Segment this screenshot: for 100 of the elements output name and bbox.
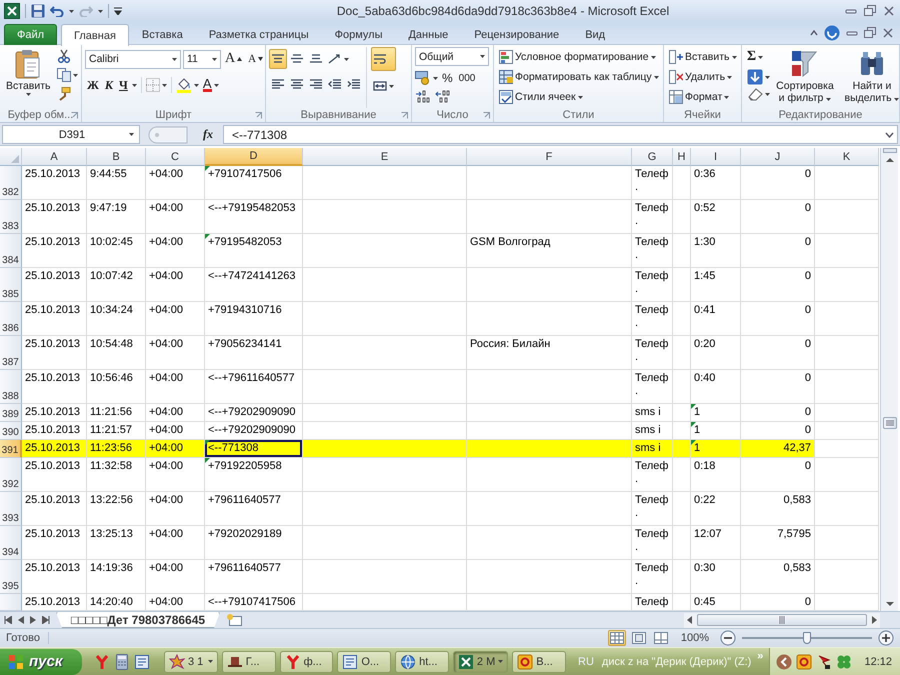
spreadsheet-app-icon[interactable] <box>4 3 20 19</box>
row-header[interactable]: 384 <box>0 234 22 268</box>
slider-thumb[interactable] <box>803 632 811 644</box>
row-header[interactable]: 393 <box>0 492 22 526</box>
column-header[interactable]: J <box>741 148 815 166</box>
row-header[interactable]: 391 <box>0 440 22 458</box>
ribbon-tab[interactable]: Разметка страницы <box>196 24 322 45</box>
grow-font-button[interactable]: A <box>223 49 244 69</box>
collapse-ribbon-icon[interactable] <box>810 30 818 36</box>
zoom-level-button[interactable]: 100% <box>674 630 716 646</box>
taskbar-button[interactable]: Г... <box>222 650 276 672</box>
column-header[interactable]: G <box>632 148 673 166</box>
caret-icon[interactable] <box>69 10 74 12</box>
flag-icon[interactable] <box>816 654 832 670</box>
vertical-scrollbar[interactable] <box>880 148 898 611</box>
restore-icon[interactable] <box>863 5 877 17</box>
taskbar-button[interactable]: 2 М <box>452 650 508 672</box>
delete-cells-button[interactable]: Удалить <box>667 67 739 87</box>
column-header[interactable]: F <box>467 148 632 166</box>
thousands-button[interactable]: 000 <box>456 68 478 88</box>
font-size-field[interactable]: 11 <box>183 50 221 68</box>
column-header[interactable]: I <box>691 148 741 166</box>
page-layout-button[interactable] <box>630 630 648 646</box>
taskbar-button[interactable]: 3 1 <box>164 650 218 672</box>
close-icon[interactable] <box>882 5 896 17</box>
eraser-icon[interactable] <box>747 87 763 101</box>
scroll-right-icon[interactable] <box>870 615 878 625</box>
wrap-text-button[interactable] <box>371 47 396 71</box>
taskbar-button[interactable]: ф... <box>280 650 334 672</box>
conditional-formatting-button[interactable]: Условное форматирование <box>497 47 661 67</box>
caret-icon[interactable] <box>132 84 137 86</box>
taskbar-button[interactable]: ht... <box>395 650 449 672</box>
decrease-decimal-icon[interactable] <box>435 90 451 104</box>
calculator-icon[interactable] <box>116 654 128 670</box>
paste-button[interactable]: Вставить <box>3 47 54 108</box>
column-header[interactable]: C <box>146 148 205 166</box>
ribbon-tab[interactable]: Вид <box>572 24 618 45</box>
caret-icon[interactable] <box>433 76 438 80</box>
increase-decimal-icon[interactable] <box>415 90 431 104</box>
shrink-font-button[interactable]: A <box>246 49 266 69</box>
dialog-launcher-icon[interactable] <box>71 112 78 118</box>
row-header[interactable]: 386 <box>0 302 22 336</box>
column-header[interactable]: A <box>22 148 87 166</box>
percent-button[interactable]: % <box>440 68 455 88</box>
align-top-button[interactable] <box>269 49 287 69</box>
close-icon[interactable] <box>882 27 894 39</box>
normal-view-button[interactable] <box>608 630 626 646</box>
page-break-button[interactable] <box>652 630 670 646</box>
active-cell[interactable]: <--771308 <box>205 440 303 458</box>
paint-bucket-icon[interactable] <box>176 77 192 93</box>
row-header[interactable]: 389 <box>0 404 22 422</box>
scissors-icon[interactable] <box>56 49 71 63</box>
row-header[interactable]: 390 <box>0 422 22 440</box>
scroll-left-icon[interactable] <box>686 615 694 625</box>
expand-caret-icon[interactable] <box>885 132 894 138</box>
ribbon-tab[interactable]: Вставка <box>128 24 196 45</box>
dialog-launcher-icon[interactable] <box>255 112 262 118</box>
underline-button[interactable]: Ч <box>117 75 130 95</box>
caret-icon[interactable] <box>194 84 199 86</box>
formula-field[interactable]: <--771308 <box>223 125 898 144</box>
next-sheet-icon[interactable] <box>30 616 36 624</box>
y-shape-icon[interactable] <box>94 654 110 670</box>
column-header[interactable]: E <box>303 148 467 166</box>
autosum-button[interactable]: Σ <box>745 47 770 67</box>
help-icon[interactable] <box>824 25 840 41</box>
find-select-button[interactable]: Найти и выделить <box>840 47 900 108</box>
first-sheet-icon[interactable] <box>4 616 12 624</box>
file-tab[interactable]: Файл <box>4 24 58 45</box>
column-header[interactable]: D <box>205 148 303 166</box>
row-header[interactable]: 392 <box>0 458 22 492</box>
horizontal-scrollbar[interactable] <box>684 612 880 628</box>
scroll-thumb[interactable] <box>697 614 867 626</box>
sheet-tab[interactable]: □□□□□Дет 79803786645 <box>56 612 220 628</box>
row-header[interactable]: 387 <box>0 336 22 370</box>
row-header[interactable]: 394 <box>0 526 22 560</box>
currency-icon[interactable] <box>415 71 431 85</box>
fill-down-icon[interactable] <box>747 69 763 85</box>
bold-button[interactable]: Ж <box>85 75 101 95</box>
italic-button[interactable]: К <box>102 75 116 95</box>
format-cells-button[interactable]: Формат <box>667 87 739 107</box>
number-format-field[interactable]: Общий <box>415 47 489 66</box>
dialog-launcher-icon[interactable] <box>483 112 490 118</box>
dialog-launcher-icon[interactable] <box>401 112 408 118</box>
restore-icon[interactable] <box>864 27 876 39</box>
row-header[interactable]: 395 <box>0 560 22 594</box>
caret-icon[interactable] <box>162 84 167 86</box>
sort-filter-button[interactable]: Сортировка и фильтр <box>773 47 837 108</box>
name-box[interactable]: D391 <box>2 125 140 144</box>
ribbon-tab[interactable]: Формулы <box>322 24 396 45</box>
row-header[interactable]: 385 <box>0 268 22 302</box>
format-as-table-button[interactable]: Форматировать как таблицу <box>497 67 661 87</box>
undo-icon[interactable] <box>50 5 64 17</box>
ring-square-icon[interactable] <box>796 654 812 670</box>
ribbon-tab[interactable]: Главная <box>61 24 129 46</box>
ribbon-tab[interactable]: Рецензирование <box>461 24 572 45</box>
save-icon[interactable] <box>31 4 45 18</box>
insert-function-button[interactable]: fx <box>196 125 220 144</box>
scroll-thumb[interactable] <box>882 417 896 429</box>
ribbon-tab[interactable]: Данные <box>395 24 462 45</box>
format-painter-icon[interactable] <box>56 87 71 101</box>
